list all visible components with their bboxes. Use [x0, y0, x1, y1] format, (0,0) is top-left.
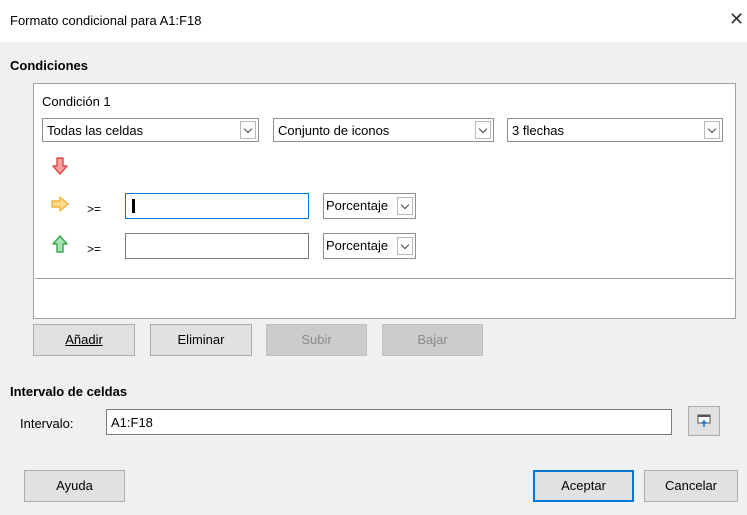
conditions-heading: Condiciones	[10, 58, 89, 73]
arrow-down-red-icon	[52, 157, 68, 175]
icon-set-dropdown[interactable]: 3 flechas	[507, 118, 723, 142]
add-button[interactable]: Añadir	[33, 324, 135, 356]
unit-value: Porcentaje	[326, 238, 389, 253]
chevron-down-icon[interactable]	[475, 121, 491, 139]
condition-label: Condición 1	[42, 94, 111, 109]
window-title: Formato condicional para A1:F18	[10, 13, 202, 28]
chevron-down-icon[interactable]	[240, 121, 256, 139]
apply-to-value: Todas las celdas	[47, 123, 144, 138]
move-up-button[interactable]: Subir	[266, 324, 367, 356]
range-value: A1:F18	[111, 415, 153, 430]
move-down-button[interactable]: Bajar	[382, 324, 483, 356]
condition-panel[interactable]: Condición 1 Todas las celdas Conjunto de…	[35, 85, 734, 279]
cancel-button[interactable]: Cancelar	[644, 470, 738, 502]
icon-set-value: 3 flechas	[512, 123, 565, 138]
ok-button[interactable]: Aceptar	[533, 470, 634, 502]
conditions-list[interactable]: Condición 1 Todas las celdas Conjunto de…	[33, 83, 736, 319]
chevron-down-icon[interactable]	[397, 197, 413, 215]
operator-label: >=	[87, 242, 102, 256]
condition-type-dropdown[interactable]: Conjunto de iconos	[273, 118, 494, 142]
close-icon[interactable]: ✕	[729, 9, 744, 30]
chevron-down-icon[interactable]	[704, 121, 720, 139]
operator-label: >=	[87, 202, 102, 216]
value-input-1[interactable]	[125, 193, 309, 219]
value-input-2[interactable]	[125, 233, 309, 259]
shrink-icon	[697, 414, 711, 427]
text-caret	[132, 199, 135, 213]
delete-button[interactable]: Eliminar	[150, 324, 252, 356]
shrink-button[interactable]	[688, 406, 720, 436]
condition-type-value: Conjunto de iconos	[278, 123, 390, 138]
title-bar: Formato condicional para A1:F18 ✕	[0, 0, 747, 42]
help-button[interactable]: Ayuda	[24, 470, 125, 502]
arrow-up-green-icon	[52, 235, 68, 253]
unit-dropdown-1[interactable]: Porcentaje	[323, 193, 416, 219]
range-input[interactable]: A1:F18	[106, 409, 672, 435]
cell-range-heading: Intervalo de celdas	[10, 384, 128, 399]
chevron-down-icon[interactable]	[397, 237, 413, 255]
apply-to-dropdown[interactable]: Todas las celdas	[42, 118, 259, 142]
unit-dropdown-2[interactable]: Porcentaje	[323, 233, 416, 259]
arrow-right-yellow-icon	[51, 196, 69, 212]
unit-value: Porcentaje	[326, 198, 389, 213]
range-label: Intervalo:	[20, 416, 74, 431]
